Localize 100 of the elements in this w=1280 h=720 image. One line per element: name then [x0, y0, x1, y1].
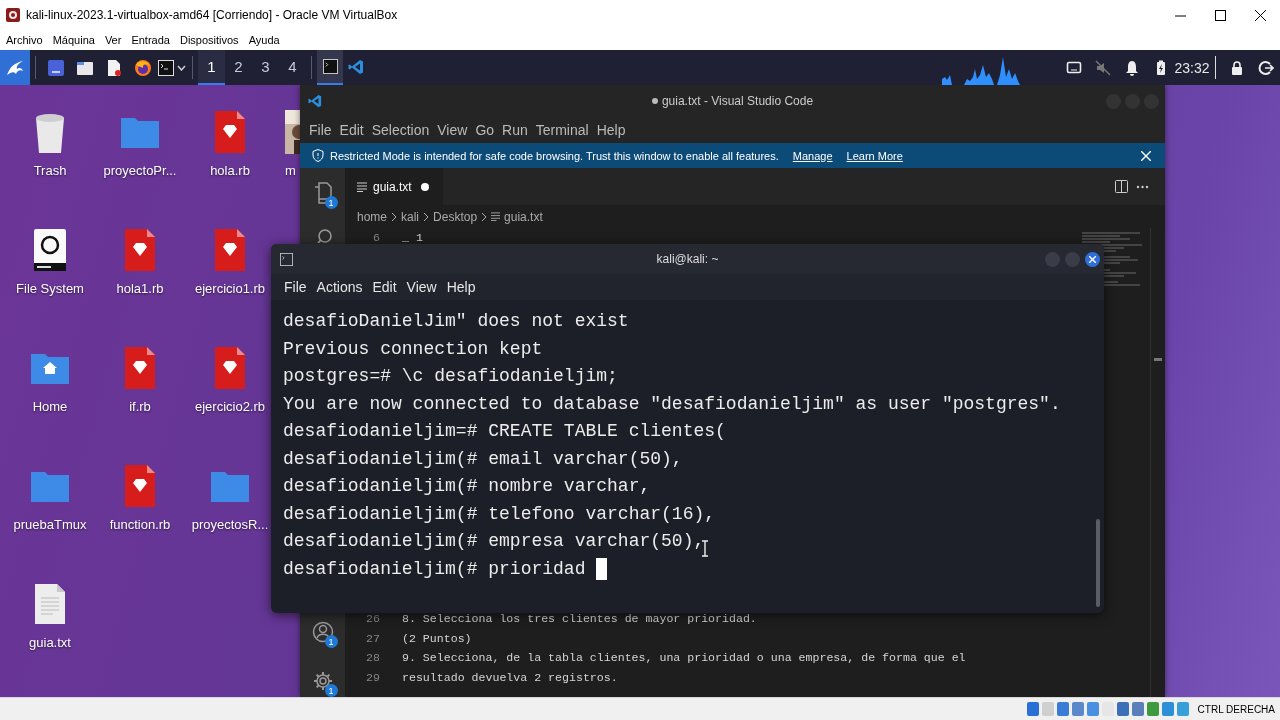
- menu-item[interactable]: Terminal: [531, 122, 593, 138]
- ruby-file-icon: [125, 347, 155, 389]
- logout-icon[interactable]: [1257, 59, 1274, 76]
- terminal-line: You are now connected to database "desafiodanieljim" as user "postgres".: [283, 392, 1061, 416]
- notification-badge: 1: [324, 196, 338, 209]
- desktop-icon-label[interactable]: proyectosR...: [191, 517, 269, 532]
- desktop-icon-label[interactable]: hola.rb: [210, 163, 250, 178]
- desktop-icon-label[interactable]: function.rb: [109, 517, 171, 532]
- terminal-line: desafiodanieljim(# email varchar(50),: [283, 447, 683, 471]
- window-title: kali-linux-2023.1-virtualbox-amd64 [Corriendo] - Oracle VM VirtualBox: [26, 8, 398, 22]
- terminal-line: desafioDanielJim" does not exist: [283, 310, 629, 333]
- drive-icon: [34, 229, 66, 271]
- chevron-icon: [481, 211, 488, 222]
- close-icon: [1254, 9, 1266, 21]
- desktop-icon-label[interactable]: Home: [32, 399, 68, 414]
- editor-tab[interactable]: guia.txt: [345, 168, 443, 205]
- desktop-icon-label[interactable]: hola1.rb: [116, 281, 164, 296]
- clock[interactable]: 23:32: [1175, 50, 1209, 85]
- activity-bar-button[interactable]: 1: [307, 177, 338, 209]
- split-editor-icon[interactable]: [1115, 180, 1128, 193]
- line-number: 29: [365, 669, 380, 686]
- ruby-file-icon: [215, 111, 245, 153]
- ruby-file-icon: [215, 347, 245, 389]
- menu-item[interactable]: Archivo: [1, 34, 48, 46]
- ruby-file-icon: [125, 465, 155, 507]
- breadcrumb[interactable]: kali: [401, 209, 420, 224]
- desktop-icon-label[interactable]: ejercicio1.rb: [194, 281, 266, 296]
- caret-icon: [176, 64, 186, 71]
- banner-link[interactable]: Learn More: [846, 149, 903, 162]
- desktop-icon-label[interactable]: File System: [16, 281, 84, 296]
- window-title: guia.txt - Visual Studio Code: [651, 94, 814, 108]
- desktop-icon-label[interactable]: Trash: [33, 163, 67, 178]
- code-line: resultado devuelva 2 registros.: [402, 669, 618, 686]
- host-key-label: CTRL DERECHA: [1197, 703, 1275, 715]
- text-file-icon: [35, 584, 65, 624]
- menu-item[interactable]: Entrada: [126, 34, 175, 46]
- account-icon: [311, 621, 334, 643]
- terminal-line: desafiodanieljim(# prioridad: [283, 557, 587, 581]
- menu-item[interactable]: Actions: [311, 279, 368, 295]
- notification-badge: 1: [324, 635, 338, 648]
- breadcrumb[interactable]: guia.txt: [491, 209, 543, 224]
- desktop-icon-label[interactable]: pruebaTmux: [13, 517, 87, 532]
- workspace-tab[interactable]: 2: [225, 50, 252, 85]
- desktop-icon-label[interactable]: guia.txt: [29, 635, 71, 650]
- settings-icon: [311, 670, 334, 692]
- ruby-file-icon: [215, 229, 245, 271]
- browser-icon: [133, 58, 152, 77]
- menu-item[interactable]: Help: [441, 279, 481, 295]
- menu-item[interactable]: Ayuda: [243, 34, 285, 46]
- terminal-line: desafiodanieljim(# empresa varchar(50),: [283, 530, 705, 553]
- more-icon[interactable]: [1136, 184, 1149, 189]
- menu-item[interactable]: Selection: [367, 122, 434, 138]
- activity-bar-button[interactable]: 1: [307, 616, 338, 648]
- close-button[interactable]: [1085, 251, 1100, 267]
- menu-item[interactable]: Máquina: [47, 34, 100, 46]
- code-editor-icon: [348, 58, 364, 75]
- desktop-icon-label[interactable]: ejercicio2.rb: [194, 399, 266, 414]
- menu-item[interactable]: File: [305, 122, 336, 138]
- banner-link[interactable]: Manage: [792, 149, 833, 162]
- menu-item[interactable]: Go: [471, 122, 499, 138]
- desktop-icon-label[interactable]: m: [285, 163, 296, 178]
- desktop-icon-label[interactable]: if.rb: [129, 399, 151, 414]
- text-file-icon: [357, 181, 367, 192]
- code-line: 8. Selecciona los tres clientes de mayor prioridad.: [402, 611, 757, 627]
- menu-item[interactable]: Run: [498, 122, 532, 138]
- scrollbar-thumb[interactable]: [1096, 519, 1100, 607]
- line-number: 28: [365, 650, 380, 666]
- scrollbar-thumb[interactable]: [1154, 358, 1162, 361]
- mute-icon[interactable]: [1094, 59, 1111, 76]
- line-number: 6: [372, 230, 380, 246]
- code-line: (2 Puntos): [402, 630, 472, 647]
- home-folder-icon: [31, 352, 69, 384]
- menu-item[interactable]: File: [279, 279, 312, 295]
- close-icon: [1141, 150, 1151, 161]
- menu-item[interactable]: Ver: [99, 34, 127, 46]
- app-menu-button[interactable]: [0, 50, 30, 85]
- workspace-tab[interactable]: 4: [279, 50, 306, 85]
- ruby-file-icon: [125, 229, 155, 271]
- mouse-pointer-icon: [701, 540, 709, 557]
- menu-item[interactable]: Edit: [335, 122, 368, 138]
- menu-item[interactable]: View: [401, 279, 442, 295]
- menu-item[interactable]: Dispositivos: [174, 34, 244, 46]
- workspace-tab[interactable]: 1: [198, 50, 225, 85]
- desktop-icon-label[interactable]: proyectoPr...: [103, 163, 177, 178]
- workspace-tab[interactable]: 3: [252, 50, 279, 85]
- breadcrumb[interactable]: Desktop: [433, 209, 478, 224]
- activity-bar-button[interactable]: 1: [307, 665, 338, 697]
- display-icon[interactable]: [1065, 59, 1082, 76]
- menu-item[interactable]: Help: [592, 122, 630, 138]
- menu-item[interactable]: View: [433, 122, 472, 138]
- window-title: kali@kali: ~: [656, 252, 719, 266]
- code-editor-icon: [308, 94, 322, 108]
- taskbar-button[interactable]: [317, 50, 343, 85]
- menu-item[interactable]: Edit: [367, 279, 402, 295]
- breadcrumb[interactable]: home: [357, 209, 388, 224]
- maximize-icon: [1214, 9, 1226, 21]
- terminal-icon: [322, 59, 338, 74]
- folder-icon: [121, 116, 159, 148]
- close-button[interactable]: [1139, 148, 1153, 163]
- square-icon: [46, 58, 65, 77]
